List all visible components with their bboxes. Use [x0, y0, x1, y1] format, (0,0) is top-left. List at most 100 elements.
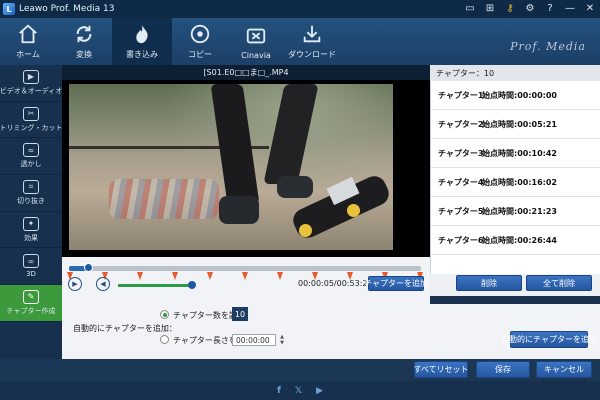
video-scene-leg [263, 84, 319, 184]
nav-burn-label: 書き込み [126, 50, 158, 59]
chapter-start-label: 始点時間: [482, 235, 518, 245]
sidebar-item-label: ビデオ＆オーディオ [0, 86, 63, 95]
seek-bar[interactable] [69, 263, 421, 272]
chapter-count-radio[interactable] [160, 310, 169, 319]
sidebar-item-trim[interactable]: ✂ トリミング・カット [0, 102, 63, 139]
delete-all-chapters-button[interactable]: 全て削除 [526, 275, 592, 291]
auto-chapter-label: 自動的にチャプターを追加： [73, 324, 177, 333]
auto-chapter-settings: 自動的にチャプターを追加： チャプター数を設定 10 チャプター長さを設定 00… [62, 304, 600, 359]
sidebar-item-video-audio[interactable]: ▶ ビデオ＆オーディオ [0, 65, 62, 102]
save-button[interactable]: 保存 [476, 361, 530, 378]
chapter-row[interactable]: チャプター6 始点時間: 00:26:44 [431, 226, 600, 255]
minimize-icon[interactable]: — [564, 1, 576, 15]
chapter-marker[interactable] [172, 272, 178, 280]
chapter-row[interactable]: チャプター2 始点時間: 00:05:21 [431, 110, 600, 139]
chapter-start-label: 始点時間: [482, 90, 518, 100]
sidebar-item-label: 切り抜き [17, 196, 45, 205]
chapter-start-time: 00:10:42 [517, 148, 557, 158]
chapter-actions: 削除 全て削除 [430, 274, 600, 296]
burn-icon [136, 24, 148, 44]
facebook-icon[interactable]: f [277, 386, 281, 396]
watermark-icon: ≈ [23, 143, 39, 158]
chapter-start-label: 始点時間: [482, 206, 518, 216]
sidebar-item-crop[interactable]: ⌗ 切り抜き [0, 175, 62, 212]
crop-icon: ⌗ [23, 179, 39, 194]
scissors-icon: ✂ [23, 106, 39, 121]
delete-chapter-button[interactable]: 削除 [456, 275, 522, 291]
video-scene-wheel [299, 224, 312, 237]
volume-button[interactable]: ◀ [96, 277, 110, 291]
sidebar-item-label: トリミング・カット [0, 123, 63, 132]
nav-home[interactable]: ホーム [0, 18, 56, 65]
sidebar-item-label: 透かし [20, 160, 42, 169]
chapter-row[interactable]: チャプター5 始点時間: 00:21:23 [431, 197, 600, 226]
sidebar-item-3d[interactable]: ∞ 3D [0, 248, 62, 286]
chapter-length-field[interactable]: 00:00:00 ▲ ▼ [232, 334, 284, 346]
download-icon [303, 25, 321, 43]
chapter-marker[interactable] [242, 272, 248, 280]
auto-add-chapters-button[interactable]: 自動的にチャプターを追加 [501, 331, 597, 348]
play-icon: ▶ [72, 280, 78, 288]
chapter-marker[interactable] [207, 272, 213, 280]
chapter-marker[interactable] [137, 272, 143, 280]
sidebar-item-effect[interactable]: ✦ 効果 [0, 212, 62, 249]
chapter-name: チャプター2 [438, 119, 484, 129]
add-chapter-button[interactable]: チャプターを追加 [364, 276, 428, 291]
app-logo-icon: L [3, 3, 15, 15]
nav-convert-label: 変換 [76, 50, 92, 59]
effect-icon: ✦ [23, 216, 39, 231]
chapter-name: チャプター1 [438, 90, 484, 100]
gear-icon[interactable]: ⚙ [524, 1, 536, 15]
chapter-length-radio[interactable] [160, 335, 169, 344]
nav-cinavia[interactable]: Cinavia [228, 18, 284, 65]
volume-slider-knob[interactable] [188, 281, 196, 289]
file-name: [S01.E0□□ま□_.MP4 [203, 68, 289, 77]
video-scene-shoe [219, 196, 259, 224]
video-scene-shoe [277, 176, 313, 198]
youtube-icon[interactable]: ▶ [316, 386, 323, 396]
monitor-icon[interactable]: ▭ [464, 1, 476, 15]
nav-download-label: ダウンロード [288, 50, 336, 59]
app-title: Leawo Prof. Media 13 [19, 4, 115, 14]
reset-all-button[interactable]: すべてリセット [413, 361, 469, 378]
close-icon[interactable]: ✕ [584, 1, 596, 15]
key-icon[interactable]: ⚷ [504, 1, 516, 15]
chapter-name: チャプター4 [438, 177, 484, 187]
x-icon[interactable]: 𝕏 [295, 386, 302, 396]
chapter-start-label: 始点時間: [482, 148, 518, 158]
chapter-name: チャプター6 [438, 235, 484, 245]
sidebar-item-chapter[interactable]: ✎ チャプター作成 [0, 285, 62, 322]
home-icon [19, 24, 37, 44]
sidebar-item-watermark[interactable]: ≈ 透かし [0, 138, 62, 176]
nav-convert[interactable]: 変換 [56, 18, 112, 65]
play-button[interactable]: ▶ [68, 277, 82, 291]
chapter-row[interactable]: チャプター3 始点時間: 00:10:42 [431, 139, 600, 168]
help-icon[interactable]: ? [544, 1, 556, 15]
timecode: 00:00:05/00:53:28 [298, 279, 373, 288]
nav-copy[interactable]: コピー [172, 18, 228, 65]
cart-icon[interactable]: ⊞ [484, 1, 496, 15]
volume-slider[interactable] [118, 281, 196, 289]
seek-bar-playhead[interactable] [84, 263, 94, 272]
chapter-count-header: チャプター：10 [430, 65, 600, 81]
chapter-count-field[interactable]: 10 [232, 307, 248, 321]
convert-icon [76, 25, 92, 43]
sidebar-item-label: チャプター作成 [6, 306, 56, 315]
nav-home-label: ホーム [16, 50, 40, 59]
chapter-length-spinner[interactable]: ▲ ▼ [278, 334, 286, 346]
video-preview[interactable] [69, 84, 393, 250]
nav-download[interactable]: ダウンロード [284, 18, 340, 65]
chapter-length-value: 00:00:00 [236, 335, 270, 345]
video-scene-graffiti [109, 179, 219, 219]
chapter-marker[interactable] [277, 272, 283, 280]
title-bar: L Leawo Prof. Media 13 ▭ ⊞ ⚷ ⚙ ? — ✕ [0, 0, 600, 18]
cancel-button[interactable]: キャンセル [536, 361, 592, 378]
nav-burn[interactable]: 書き込み [112, 18, 172, 65]
chapter-row[interactable]: チャプター1 始点時間: 00:00:00 [431, 81, 600, 110]
chapter-list[interactable]: チャプター1 始点時間: 00:00:00 チャプター2 始点時間: 00:05… [430, 81, 600, 274]
chapter-row[interactable]: チャプター4 始点時間: 00:16:02 [431, 168, 600, 197]
chapter-start-time: 00:05:21 [517, 119, 557, 129]
chapter-name: チャプター5 [438, 206, 484, 216]
sidebar-item-label: 3D [26, 270, 36, 279]
chapter-start-time: 00:26:44 [517, 235, 557, 245]
